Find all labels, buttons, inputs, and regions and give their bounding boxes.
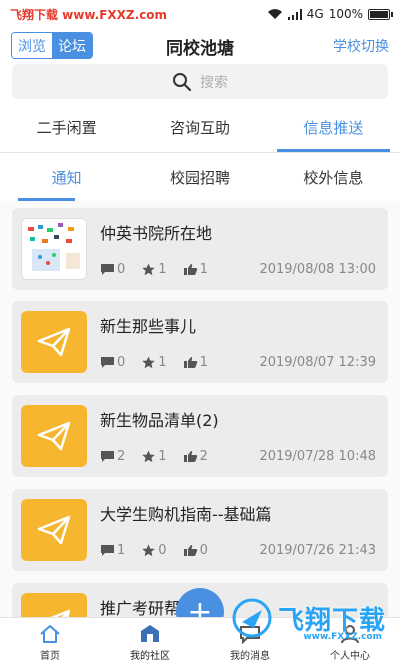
nav-profile-label: 个人中心 [330,650,370,662]
post-title: 新生物品清单(2) [100,411,219,430]
comment-count: 0 [117,262,126,277]
like-count: 0 [199,543,208,558]
search-input[interactable]: 搜索 [200,72,228,92]
list-item[interactable]: 新生物品清单(2) 2 1 2 2019/07/28 10:48 [12,395,388,477]
thumbnail-image [22,219,86,279]
post-thumbnail [21,218,87,280]
wifi-icon [267,9,282,19]
post-thumbnail [21,499,87,561]
star-count: 1 [158,449,167,464]
nav-my-community[interactable]: 我的社区 [100,618,200,667]
list-item[interactable]: 大学生购机指南--基础篇 1 0 0 2019/07/26 21:43 [12,489,388,571]
paper-plane-icon [37,421,71,451]
main-tabs: 二手闲置 咨询互助 信息推送 [0,102,400,152]
post-thumbnail [21,593,87,617]
comment-icon [101,451,114,462]
paper-plane-icon [50,609,71,617]
forum-toggle[interactable]: 论坛 [52,33,92,58]
like-count: 1 [199,355,208,370]
post-thumbnail [21,405,87,467]
search-icon [173,72,192,91]
star-count: 1 [158,262,167,277]
tab-info-push[interactable]: 信息推送 [267,102,400,152]
post-date: 2019/07/26 21:43 [259,543,376,558]
nav-home[interactable]: 首页 [0,618,100,667]
watermark-icon [232,598,272,638]
post-title: 大学生购机指南--基础篇 [100,505,272,524]
thumbs-up-icon [183,451,197,462]
community-icon [141,624,159,642]
star-count: 0 [158,543,167,558]
post-meta: 1 0 0 2019/07/26 21:43 [100,543,376,558]
sub-tabs: 通知 校园招聘 校外信息 [0,153,400,201]
title-bar: 浏览 论坛 同校池塘 学校切换 [0,28,400,64]
comment-count: 2 [117,449,126,464]
list-item[interactable]: 仲英书院所在地 0 1 1 2019/08/08 13:00 [12,208,388,290]
tab-secondhand[interactable]: 二手闲置 [0,102,133,152]
post-thumbnail [21,311,87,373]
search-bar[interactable]: 搜索 [12,64,388,99]
list-item[interactable]: 新生那些事儿 0 1 1 2019/08/07 12:39 [12,301,388,383]
browse-toggle[interactable]: 浏览 [12,33,52,58]
tab-external-info[interactable]: 校外信息 [267,153,400,201]
battery-percent: 100% [328,7,363,21]
post-list[interactable]: 仲英书院所在地 0 1 1 2019/08/08 13:00 新生那些事儿 0 … [0,201,400,617]
home-icon [40,624,60,643]
mode-toggle: 浏览 论坛 [11,32,93,59]
nav-community-label: 我的社区 [130,650,170,662]
star-icon [142,263,156,276]
tab-notice[interactable]: 通知 [0,153,133,201]
post-date: 2019/07/28 10:48 [259,449,376,464]
switch-school-button[interactable]: 学校切换 [333,36,389,56]
watermark-url: www.FXXZ.com [303,632,382,642]
watermark-text: 飞翔下载 www.FXXZ.com [10,7,168,22]
comment-count: 0 [117,355,126,370]
comment-icon [101,264,114,275]
paper-plane-icon [37,515,71,545]
comment-icon [101,357,114,368]
post-title: 新生那些事儿 [100,317,197,336]
comment-icon [101,545,114,556]
post-title: 推广考研帮 [100,599,181,617]
comment-count: 1 [117,543,126,558]
network-type: 4G [306,7,324,21]
watermark-brand: 飞翔下载 [277,605,386,636]
star-count: 1 [158,355,167,370]
like-count: 1 [199,262,208,277]
status-icons: 4G 100% [267,7,393,21]
post-title: 仲英书院所在地 [100,224,213,243]
star-icon [142,450,156,463]
tab-consult[interactable]: 咨询互助 [133,102,266,152]
paper-plane-icon [37,327,71,357]
post-meta: 0 1 1 2019/08/08 13:00 [100,262,376,277]
thumbs-up-icon [183,545,197,556]
post-meta: 0 1 1 2019/08/07 12:39 [100,355,376,370]
tab-campus-recruit[interactable]: 校园招聘 [133,153,266,201]
nav-home-label: 首页 [40,650,60,662]
post-meta: 2 1 2 2019/07/28 10:48 [100,449,376,464]
post-date: 2019/08/08 13:00 [259,262,376,277]
like-count: 2 [199,449,208,464]
battery-icon [368,8,393,20]
signal-icon [287,8,302,20]
star-icon [142,356,156,369]
post-date: 2019/08/07 12:39 [259,355,376,370]
status-bar: 飞翔下载 www.FXXZ.com 4G 100% [0,0,400,28]
thumbs-up-icon [183,357,197,368]
nav-messages-label: 我的消息 [230,650,270,662]
star-icon [142,544,156,557]
thumbs-up-icon [183,264,197,275]
